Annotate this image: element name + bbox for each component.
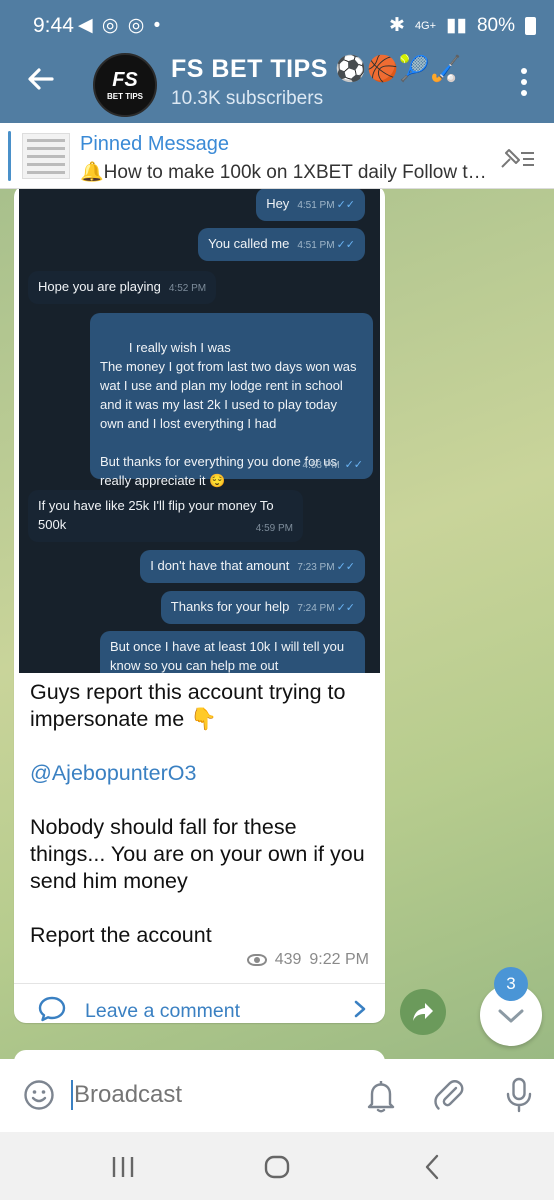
caption-line: Guys report this account trying to imper… bbox=[30, 680, 346, 731]
views-icon bbox=[246, 954, 267, 966]
pinned-indicator bbox=[8, 131, 11, 181]
signal-icon: ▮▮ bbox=[446, 15, 467, 36]
screenshot-bubble: I don't have that amount 7:23 PM ✓✓ bbox=[140, 550, 365, 583]
screenshot-bubble: Thanks for your help 7:24 PM ✓✓ bbox=[160, 591, 365, 624]
battery-percent: 80% bbox=[476, 14, 515, 36]
system-back-icon[interactable] bbox=[418, 1152, 448, 1182]
chat-area[interactable]: Hey 4:51 PM ✓✓ You called me 4:51 PM ✓✓ Hope… bbox=[0, 189, 554, 1059]
caption-line: Report the account bbox=[30, 923, 212, 947]
network-type: 4G+ bbox=[414, 19, 437, 32]
emoji-icon[interactable] bbox=[23, 1079, 55, 1111]
status-right: ✱ 4G+ ▮▮ 80% bbox=[389, 14, 536, 37]
mention-link[interactable]: @AjebopunterO3 bbox=[30, 760, 375, 787]
more-options-icon[interactable] bbox=[520, 68, 528, 96]
avatar-text: BET TIPS bbox=[106, 92, 143, 101]
subscriber-count: 10.3K subscribers bbox=[171, 88, 324, 109]
post-time: 9:22 PM bbox=[309, 951, 369, 968]
pinned-title: Pinned Message bbox=[80, 133, 229, 155]
home-icon[interactable] bbox=[262, 1152, 292, 1182]
avatar-logo: FS bbox=[112, 69, 138, 91]
pin-list-icon[interactable] bbox=[498, 143, 536, 171]
status-bar: 9:44 ◀ ◎ ◎ • ✱ 4G+ ▮▮ 80% bbox=[0, 0, 554, 52]
status-time: 9:44 bbox=[33, 14, 74, 37]
pinned-text: 🔔How to make 100k on 1XBET daily Follow … bbox=[80, 162, 490, 183]
share-button[interactable] bbox=[400, 989, 446, 1035]
screenshot-bubble: Hey 4:51 PM ✓✓ bbox=[256, 189, 365, 221]
screenshot-bubble: If you have like 25k I'll flip your mone… bbox=[28, 490, 303, 542]
channel-post[interactable]: Hey 4:51 PM ✓✓ You called me 4:51 PM ✓✓ Hope… bbox=[14, 189, 385, 1023]
leave-comment-label: Leave a comment bbox=[85, 1000, 241, 1022]
recent-apps-icon[interactable] bbox=[108, 1152, 138, 1182]
system-navigation-bar bbox=[0, 1132, 554, 1200]
share-icon bbox=[413, 1003, 433, 1021]
screenshot-bubble: But once I have at least 10k I will tell… bbox=[100, 631, 365, 673]
bluetooth-icon: ✱ bbox=[389, 15, 405, 36]
attach-icon[interactable] bbox=[432, 1078, 466, 1112]
top-app-bar: 9:44 ◀ ◎ ◎ • ✱ 4G+ ▮▮ 80% FS BET TIPS FS… bbox=[0, 0, 554, 123]
channel-avatar[interactable]: FS BET TIPS bbox=[93, 53, 157, 117]
post-meta: 439 9:22 PM bbox=[246, 951, 369, 969]
notification-icons: ◀ ◎ ◎ • bbox=[78, 15, 163, 36]
next-post[interactable] bbox=[14, 1050, 385, 1059]
screenshot-bubble: I really wish I was The money I got from… bbox=[90, 313, 373, 488]
screenshot-bubble: Hope you are playing 4:52 PM bbox=[28, 271, 217, 304]
broadcast-input[interactable] bbox=[74, 1081, 354, 1109]
unread-count-badge: 3 bbox=[494, 967, 528, 1001]
bell-icon[interactable] bbox=[365, 1079, 397, 1113]
comment-icon bbox=[38, 996, 66, 1022]
battery-icon bbox=[525, 16, 536, 35]
channel-title[interactable]: FS BET TIPS ⚽🏀🎾🏑 bbox=[171, 55, 462, 84]
chevron-right-icon bbox=[354, 1000, 366, 1018]
screenshot-bubble: You called me 4:51 PM ✓✓ bbox=[198, 228, 365, 261]
text-caret bbox=[71, 1080, 73, 1110]
message-input-bar bbox=[0, 1059, 554, 1132]
caption-line: Nobody should fall for these things... Y… bbox=[30, 815, 365, 893]
pinned-thumbnail bbox=[22, 133, 70, 179]
pinned-message-bar[interactable]: Pinned Message 🔔How to make 100k on 1XBE… bbox=[0, 123, 554, 189]
microphone-icon[interactable] bbox=[504, 1077, 534, 1113]
post-screenshot-image[interactable]: Hey 4:51 PM ✓✓ You called me 4:51 PM ✓✓ Hope… bbox=[19, 189, 380, 673]
back-arrow-icon[interactable] bbox=[24, 62, 58, 96]
leave-comment-button[interactable]: Leave a comment bbox=[14, 984, 385, 1023]
post-caption: Guys report this account trying to imper… bbox=[30, 679, 375, 976]
view-count: 439 bbox=[274, 951, 302, 968]
